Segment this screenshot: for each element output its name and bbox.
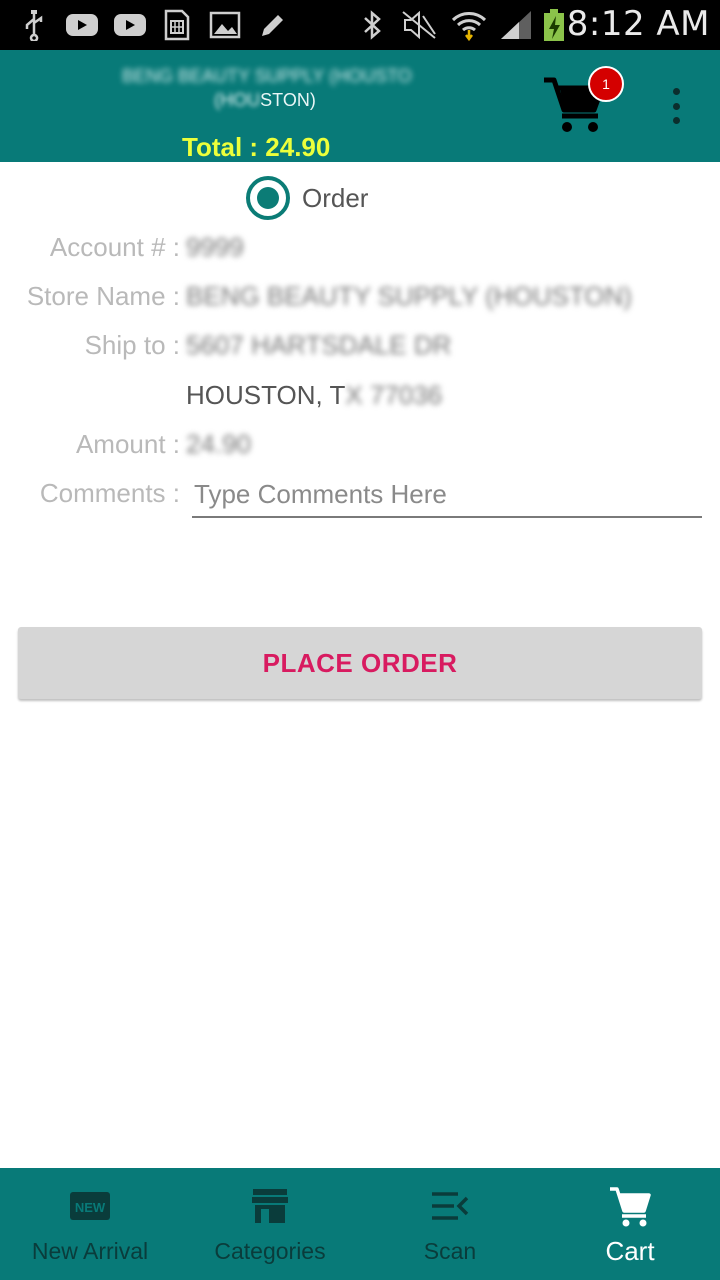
bluetooth-icon — [356, 8, 388, 42]
radio-checked-dot — [257, 187, 279, 209]
nav-item-categories[interactable]: Categories — [180, 1168, 360, 1280]
radio-indicator[interactable] — [246, 176, 290, 220]
youtube-icon — [64, 8, 100, 42]
ship-to-label: Ship to : — [84, 330, 180, 360]
store-name-label: Store Name : — [26, 281, 180, 311]
ship-to-city: HOUSTON, TX 77036 — [186, 380, 442, 411]
youtube-icon — [112, 8, 148, 42]
store-subtitle-prefix: (HOU — [214, 90, 261, 110]
nav-label-scan: Scan — [423, 1238, 477, 1264]
new-badge-icon: NEW — [68, 1186, 112, 1226]
status-time: 8:12 AM — [566, 4, 710, 44]
store-title: BENG BEAUTY SUPPLY (HOUSTON) — [122, 66, 412, 86]
store-icon — [248, 1186, 292, 1226]
nav-label-categories: Categories — [214, 1238, 326, 1264]
nav-label-cart: Cart — [605, 1236, 655, 1266]
store-name-value: BENG BEAUTY SUPPLY (HOUSTON) — [186, 281, 632, 311]
sim-card-icon — [162, 8, 192, 42]
store-subtitle: (HOUSTON) — [200, 90, 330, 111]
nav-label-new-arrival: New Arrival — [31, 1238, 149, 1264]
wifi-icon — [450, 8, 488, 42]
overflow-dot — [672, 88, 680, 95]
image-icon — [208, 8, 242, 42]
scan-icon — [428, 1186, 472, 1226]
bottom-navigation: NEW New Arrival Categories Scan Cart — [0, 1168, 720, 1280]
svg-text:NEW: NEW — [75, 1200, 106, 1215]
status-bar: 8:12 AM — [0, 0, 720, 50]
nav-item-new-arrival[interactable]: NEW New Arrival — [0, 1168, 180, 1280]
place-order-button[interactable]: PLACE ORDER — [18, 627, 702, 699]
ship-to-address: 5607 HARTSDALE DR — [186, 330, 452, 360]
nav-item-scan[interactable]: Scan — [360, 1168, 540, 1280]
pencil-icon — [256, 8, 290, 42]
overflow-dot — [672, 102, 680, 110]
mute-icon — [400, 8, 440, 42]
battery-charging-icon — [540, 8, 568, 42]
cart-total: Total : 24.90 — [182, 132, 331, 162]
amount-value: 24.90 — [186, 429, 252, 459]
usb-icon — [20, 8, 48, 42]
cart-icon — [608, 1186, 652, 1227]
amount-label: Amount : — [75, 429, 180, 459]
order-radio-label: Order — [302, 182, 369, 213]
overflow-dot — [672, 117, 680, 124]
city-state-text: HOUSTON, T — [186, 380, 346, 410]
cart-count-badge: 1 — [588, 66, 624, 102]
signal-icon — [498, 8, 534, 42]
zip-code: X 77036 — [345, 380, 443, 410]
overflow-menu-button[interactable] — [660, 84, 692, 128]
store-subtitle-suffix: STON) — [260, 90, 316, 110]
nav-item-cart[interactable]: Cart — [540, 1168, 720, 1280]
comments-input[interactable] — [192, 472, 702, 518]
comments-label: Comments : — [39, 478, 180, 508]
cart-button[interactable]: 1 — [540, 66, 624, 140]
app-header: BENG BEAUTY SUPPLY (HOUSTON) (HOUSTON) T… — [0, 50, 720, 162]
account-value: 9999 — [186, 232, 244, 262]
account-label: Account # : — [49, 232, 180, 262]
order-radio[interactable]: Order — [246, 176, 368, 220]
